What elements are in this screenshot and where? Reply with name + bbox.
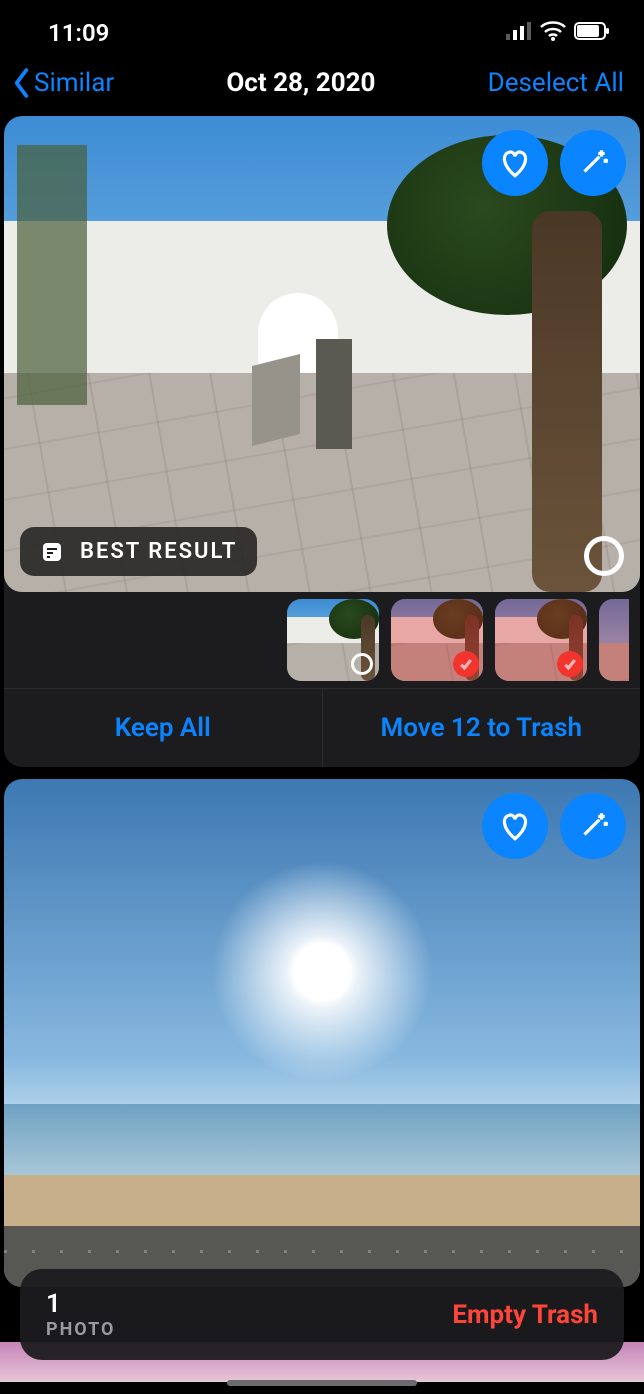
thumbnail[interactable] — [287, 599, 379, 681]
move-to-trash-button[interactable]: Move 12 to Trash — [322, 689, 641, 767]
best-result-label: BEST RESULT — [80, 539, 237, 564]
favorite-button[interactable] — [482, 793, 548, 859]
thumbnail[interactable] — [599, 599, 629, 681]
wand-icon — [576, 146, 610, 180]
page-title: Oct 28, 2020 — [226, 68, 375, 98]
magic-button[interactable] — [560, 130, 626, 196]
photo-group-card: BEST RESULT Keep All Move 12 to Trash — [4, 116, 640, 767]
deselect-all-button[interactable]: Deselect All — [488, 68, 624, 98]
thumbnail[interactable] — [391, 599, 483, 681]
status-icons — [506, 21, 610, 45]
best-result-badge[interactable]: BEST RESULT — [20, 527, 257, 576]
filter-icon — [40, 540, 64, 564]
selected-check-icon — [557, 651, 583, 677]
trash-bar: 1 PHOTO Empty Trash — [20, 1269, 624, 1360]
keep-all-button[interactable]: Keep All — [4, 689, 322, 767]
main-photo[interactable] — [4, 779, 640, 1287]
cellular-icon — [506, 22, 532, 44]
trash-count-number: 1 — [46, 1289, 115, 1319]
heart-icon — [498, 809, 532, 843]
empty-trash-button[interactable]: Empty Trash — [452, 1300, 598, 1330]
status-bar: 11:09 — [0, 0, 644, 58]
wifi-icon — [540, 21, 566, 45]
home-indicator[interactable] — [227, 1380, 417, 1386]
photo-action-buttons — [482, 793, 626, 859]
favorite-button[interactable] — [482, 130, 548, 196]
heart-icon — [498, 146, 532, 180]
battery-icon — [574, 22, 610, 44]
selection-ring — [351, 653, 373, 675]
photo-group-card — [4, 779, 640, 1287]
group-actions: Keep All Move 12 to Trash — [4, 688, 640, 767]
trash-count-label: PHOTO — [46, 1319, 115, 1340]
magic-button[interactable] — [560, 793, 626, 859]
trash-count: 1 PHOTO — [46, 1289, 115, 1340]
status-time: 11:09 — [48, 19, 109, 47]
back-button[interactable]: Similar — [12, 68, 114, 98]
photo-action-buttons — [482, 130, 626, 196]
selection-ring[interactable] — [584, 536, 624, 576]
chevron-left-icon — [12, 68, 32, 98]
main-photo[interactable]: BEST RESULT — [4, 116, 640, 592]
selected-check-icon — [453, 651, 479, 677]
nav-bar: Similar Oct 28, 2020 Deselect All — [0, 58, 644, 116]
thumbnail-strip[interactable] — [4, 592, 640, 688]
thumbnail[interactable] — [495, 599, 587, 681]
wand-icon — [576, 809, 610, 843]
back-label: Similar — [34, 68, 114, 98]
